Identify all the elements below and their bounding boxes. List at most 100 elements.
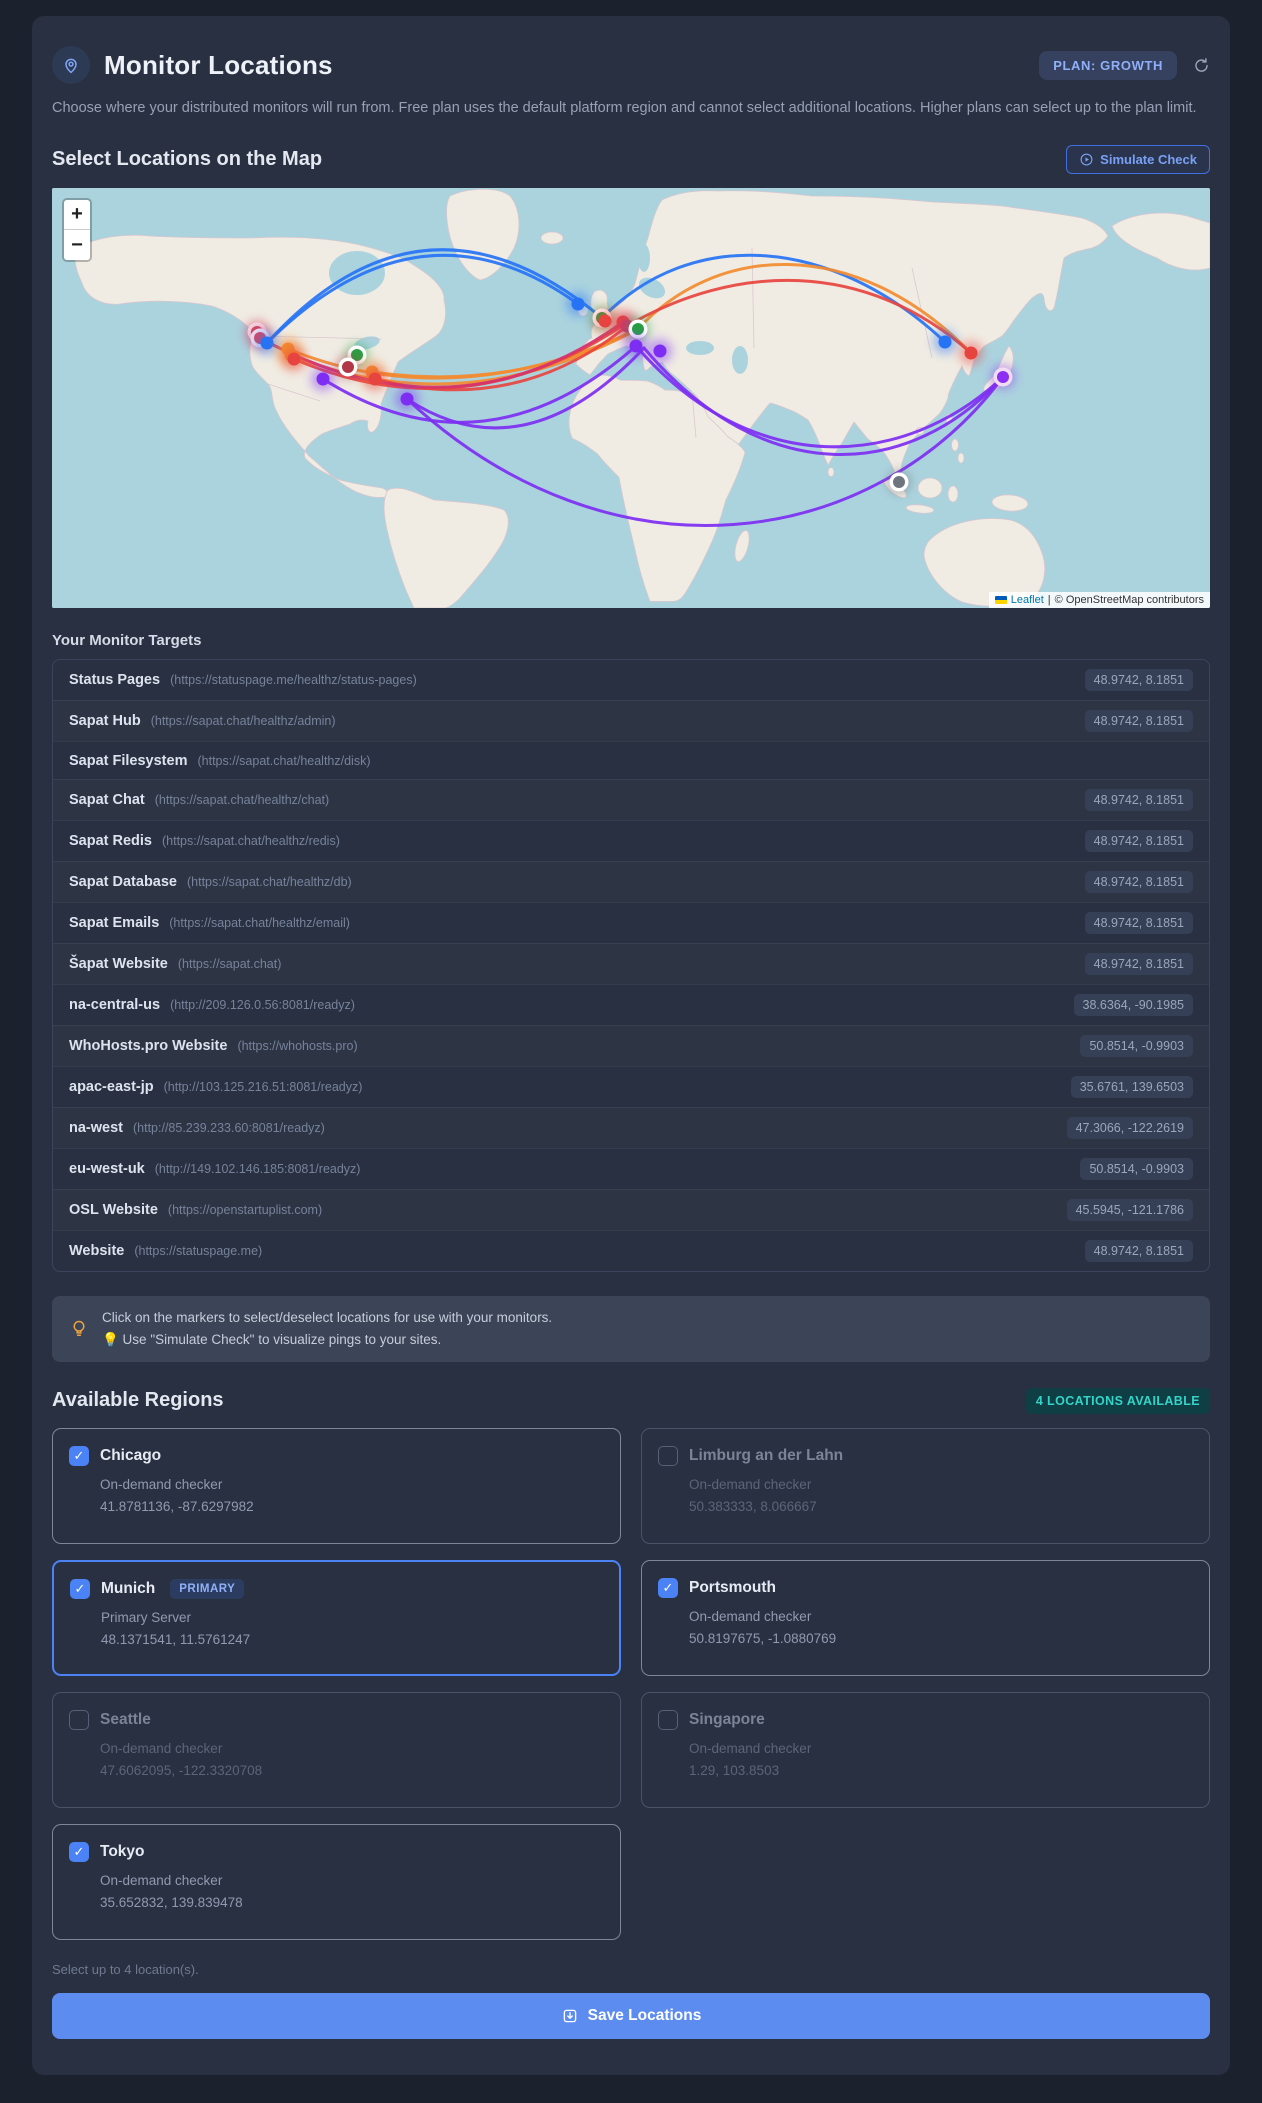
target-coords-badge: 48.9742, 8.1851: [1084, 830, 1193, 853]
region-card-limburg-an-der-lahn[interactable]: Limburg an der Lahn On-demand checker 50.3…: [641, 1427, 1210, 1544]
target-name: na-west: [69, 1120, 123, 1137]
regions-heading: Available Regions: [52, 1389, 224, 1412]
region-card-head: Limburg an der Lahn: [658, 1445, 1193, 1466]
target-row: Website (https://statuspage.me) 48.9742, 8…: [53, 1230, 1209, 1271]
location-marker[interactable]: [632, 323, 644, 336]
target-row-left: Sapat Filesystem (https://sapat.chat/heal…: [69, 753, 371, 769]
region-checkbox-chicago[interactable]: ✓: [69, 1445, 89, 1466]
region-meta: On-demand checker: [100, 1476, 223, 1492]
region-coords: 35.652832, 139.839478: [100, 1894, 243, 1910]
region-checkbox-limburg-an-der-lahn[interactable]: [658, 1445, 678, 1466]
location-marker[interactable]: [964, 346, 978, 360]
location-marker[interactable]: [997, 371, 1009, 384]
target-url: (https://sapat.chat/healthz/email): [169, 916, 350, 931]
save-locations-label: Save Locations: [587, 2006, 702, 2024]
region-card-munich[interactable]: ✓ Munich PRIMARY Primary Server 48.1371541, …: [52, 1559, 621, 1676]
target-name: Sapat Redis: [69, 833, 152, 850]
target-row-left: Sapat Chat (https://sapat.chat/healthz/ch…: [69, 792, 329, 808]
region-coords: 47.6062095, -122.3320708: [100, 1762, 263, 1778]
region-meta: On-demand checker: [689, 1608, 812, 1624]
tip-box: Click on the markers to select/deselect …: [52, 1296, 1210, 1362]
target-row-left: eu-west-uk (http://149.102.146.185:8081/r…: [69, 1161, 360, 1177]
target-name: Sapat Emails: [69, 915, 160, 932]
location-marker[interactable]: [893, 476, 905, 489]
location-marker[interactable]: [260, 336, 274, 350]
target-row-left: apac-east-jp (http://103.125.216.51:8081/…: [69, 1079, 362, 1095]
refresh-icon[interactable]: [1193, 57, 1210, 74]
leaflet-link[interactable]: Leaflet: [1011, 594, 1044, 606]
target-row-left: na-central-us (http://209.126.0.56:8081/r…: [69, 997, 355, 1013]
target-row: na-central-us (http://209.126.0.56:8081/r…: [53, 984, 1209, 1025]
target-url: (https://sapat.chat/healthz/db): [187, 875, 352, 890]
tip-line-2: 💡 Use "Simulate Check" to visualize ping…: [102, 1332, 442, 1348]
region-card-chicago[interactable]: ✓ Chicago On-demand checker 41.8781136, -87…: [52, 1427, 621, 1544]
primary-badge: PRIMARY: [170, 1578, 245, 1599]
target-name: Sapat Filesystem: [69, 752, 188, 769]
location-marker[interactable]: [316, 372, 330, 386]
region-card-singapore[interactable]: Singapore On-demand checker 1.29, 103.8503: [641, 1691, 1210, 1808]
region-checkbox-munich[interactable]: ✓: [70, 1578, 90, 1599]
target-coords-badge: 48.9742, 8.1851: [1084, 912, 1193, 935]
target-url: (https://sapat.chat/healthz/admin): [150, 714, 336, 729]
target-row: Sapat Emails (https://sapat.chat/healthz/…: [53, 902, 1209, 943]
target-name: Status Pages: [69, 672, 161, 689]
targets-heading: Your Monitor Targets: [52, 632, 202, 650]
location-marker[interactable]: [400, 392, 414, 406]
location-marker[interactable]: [598, 314, 612, 328]
location-marker[interactable]: [287, 352, 301, 366]
save-locations-button[interactable]: Save Locations: [52, 1992, 1210, 2039]
location-marker[interactable]: [342, 361, 354, 374]
region-card-portsmouth[interactable]: ✓ Portsmouth On-demand checker 50.8197675, …: [641, 1559, 1210, 1676]
region-name: Limburg an der Lahn: [689, 1446, 844, 1464]
target-url: (https://statuspage.me/healthz/status-pa…: [170, 673, 417, 688]
region-checkbox-seattle[interactable]: [69, 1709, 89, 1730]
target-row: Sapat Database (https://sapat.chat/health…: [53, 861, 1209, 902]
tip-text: Click on the markers to select/deselect …: [102, 1307, 552, 1350]
region-name: Seattle: [100, 1710, 151, 1728]
region-card-tokyo[interactable]: ✓ Tokyo On-demand checker 35.652832, 139.83…: [52, 1823, 621, 1940]
zoom-out-button[interactable]: −: [64, 230, 90, 261]
osm-attribution[interactable]: © OpenStreetMap contributors: [1055, 594, 1204, 606]
target-name: Šapat Website: [69, 956, 168, 973]
target-url: (https://statuspage.me): [134, 1244, 263, 1259]
region-card-head: ✓ Tokyo: [69, 1841, 604, 1862]
target-name: Sapat Chat: [69, 792, 145, 809]
target-name: na-central-us: [69, 997, 161, 1014]
region-coords: 50.8197675, -1.0880769: [689, 1630, 837, 1646]
location-marker[interactable]: [629, 339, 643, 353]
target-row-left: Sapat Database (https://sapat.chat/health…: [69, 874, 352, 890]
map-attribution: Leaflet | © OpenStreetMap contributors: [988, 592, 1210, 609]
region-coords: 48.1371541, 11.5761247: [101, 1631, 251, 1647]
target-name: WhoHosts.pro Website: [69, 1038, 228, 1055]
region-checkbox-portsmouth[interactable]: ✓: [658, 1577, 678, 1598]
location-marker[interactable]: [938, 335, 952, 349]
target-url: (https://sapat.chat): [177, 957, 282, 972]
regions-grid: ✓ Chicago On-demand checker 41.8781136, -87…: [52, 1427, 1210, 1940]
region-name: Chicago: [100, 1446, 162, 1464]
region-checkbox-singapore[interactable]: [658, 1709, 678, 1730]
world-map[interactable]: + − Leaflet | © OpenStreetMap contributo…: [52, 188, 1210, 609]
target-url: (https://whohosts.pro): [237, 1039, 358, 1054]
location-marker[interactable]: [571, 297, 585, 311]
zoom-in-button[interactable]: +: [64, 200, 90, 231]
location-marker[interactable]: [653, 344, 667, 358]
target-coords-badge: 48.9742, 8.1851: [1084, 710, 1193, 733]
region-name: Portsmouth: [689, 1578, 776, 1596]
region-card-seattle[interactable]: Seattle On-demand checker 47.6062095, -122…: [52, 1691, 621, 1808]
simulate-check-button[interactable]: Simulate Check: [1066, 145, 1210, 175]
target-row: Sapat Hub (https://sapat.chat/healthz/adm…: [53, 700, 1209, 741]
region-card-head: ✓ Chicago: [69, 1445, 604, 1466]
targets-list: Status Pages (https://statuspage.me/healt…: [52, 659, 1210, 1273]
target-coords-badge: 50.8514, -0.9903: [1080, 1035, 1193, 1058]
location-marker[interactable]: [368, 372, 382, 386]
target-coords-badge: 48.9742, 8.1851: [1084, 789, 1193, 812]
region-name: Singapore: [689, 1710, 765, 1728]
target-coords-badge: 48.9742, 8.1851: [1084, 669, 1193, 692]
target-url: (http://149.102.146.185:8081/readyz): [154, 1162, 361, 1177]
region-card-head: ✓ Portsmouth: [658, 1577, 1193, 1598]
attribution-separator: |: [1047, 594, 1051, 607]
region-checkbox-tokyo[interactable]: ✓: [69, 1841, 89, 1862]
target-url: (http://85.239.233.60:8081/readyz): [133, 1121, 325, 1136]
target-row-left: Sapat Redis (https://sapat.chat/healthz/r…: [69, 833, 340, 849]
simulate-check-label: Simulate Check: [1100, 152, 1197, 168]
